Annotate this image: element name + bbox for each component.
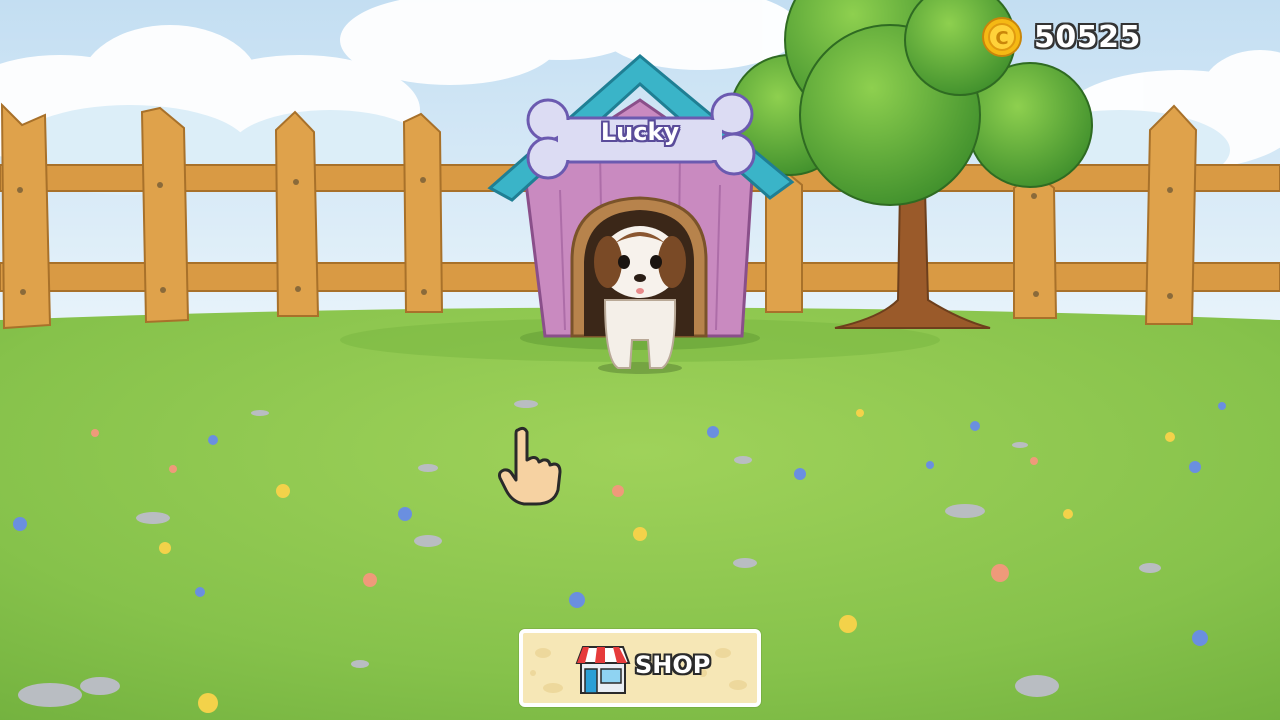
shop-store-icon: [575, 646, 631, 694]
pointing-hand-icon: [498, 426, 562, 506]
game-scene: [0, 0, 1280, 720]
svg-text:C: C: [995, 28, 1008, 49]
coin-balance: C 50525: [982, 14, 1141, 60]
shop-button-label: SHOP: [635, 651, 711, 679]
shop-button[interactable]: SHOP: [519, 629, 761, 707]
pet-name-label: Lucky: [600, 118, 680, 146]
coin-count: 50525: [1034, 19, 1141, 55]
coin-icon: C: [982, 17, 1022, 57]
